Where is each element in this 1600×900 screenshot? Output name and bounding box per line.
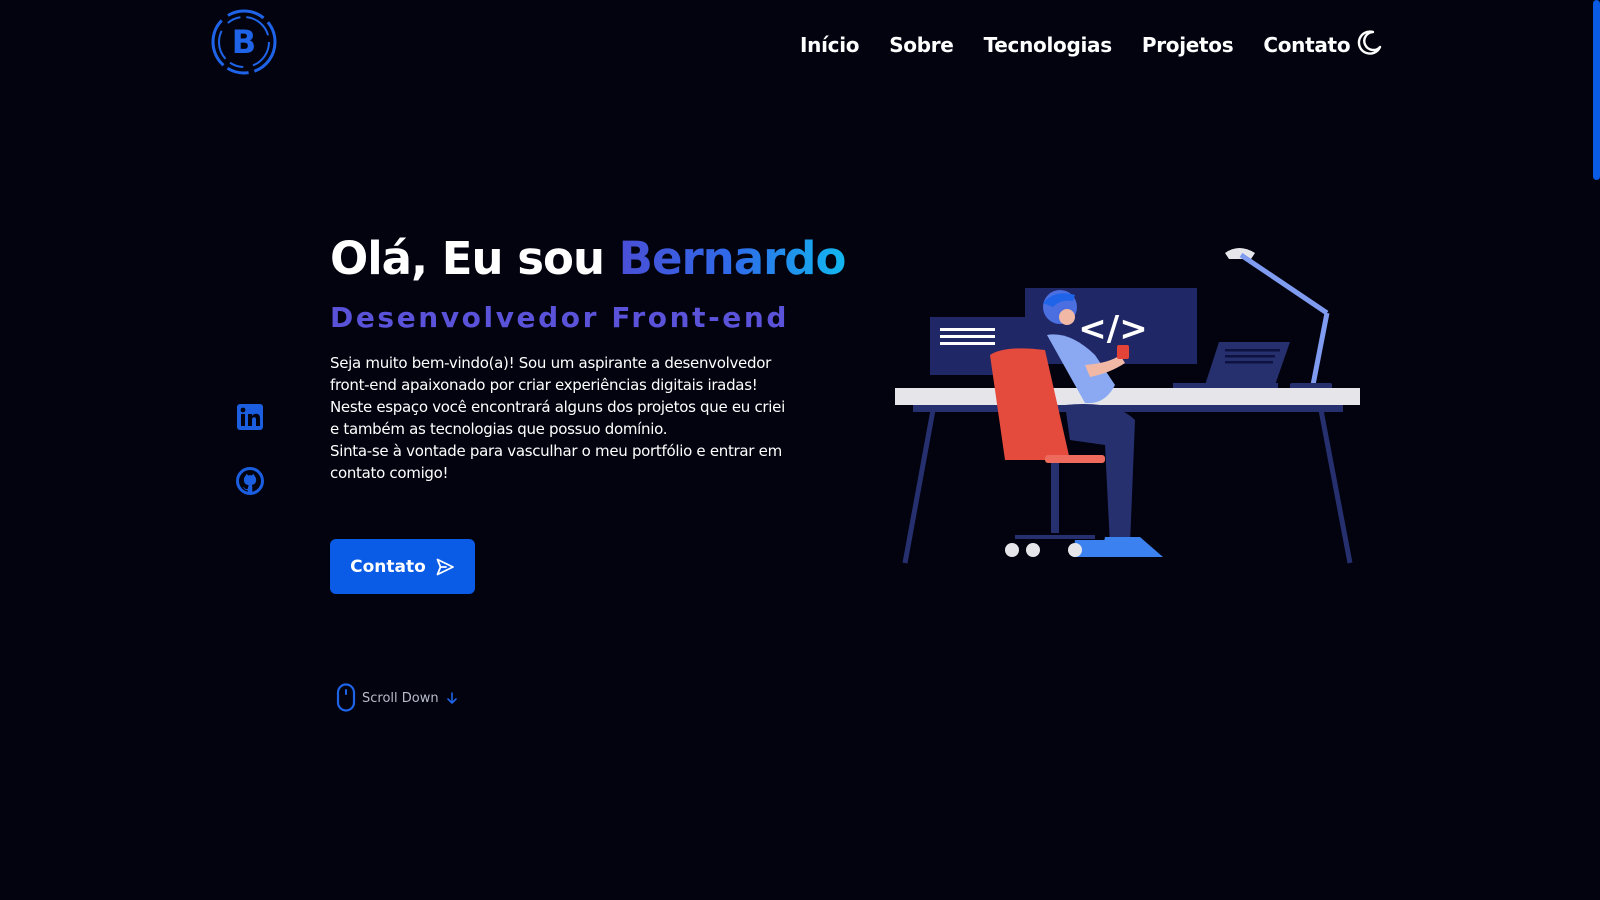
send-icon [436,558,454,575]
site-logo[interactable]: B [209,7,279,77]
github-link[interactable] [236,467,266,497]
scroll-down-label: Scroll Down [362,690,439,706]
moon-icon [1357,30,1382,55]
arrow-down-icon [446,692,457,704]
linkedin-link[interactable] [236,403,266,433]
scroll-down-link[interactable]: Scroll Down [336,683,459,713]
nav-link-inicio[interactable]: Início [800,33,859,57]
hero-description: Seja muito bem-vindo(a)! Sou um aspirant… [330,352,790,484]
description-paragraph: Sinta-se à vontade para vasculhar o meu … [330,442,782,482]
hero-title: Olá, Eu sou Bernardo [330,232,847,285]
nav-link-projetos[interactable]: Projetos [1142,33,1234,57]
main-nav: Início Sobre Tecnologias Projetos Contat… [800,28,1380,62]
scrollbar-thumb[interactable] [1593,0,1600,180]
mouse-icon [336,683,356,712]
description-paragraph: Neste espaço você encontrará alguns dos … [330,398,785,438]
github-icon [236,467,264,495]
hero-greeting: Olá, Eu sou [330,232,619,285]
nav-link-tecnologias[interactable]: Tecnologias [984,33,1113,57]
code-symbol: </> [1078,309,1147,349]
description-paragraph: Seja muito bem-vindo(a)! Sou um aspirant… [330,354,771,394]
hero-name: Bernardo [618,232,847,285]
nav-link-sobre[interactable]: Sobre [889,33,954,57]
developer-illustration: </> [895,245,1360,570]
linkedin-icon [237,404,263,430]
logo-letter: B [232,23,256,61]
contact-button-label: Contato [350,556,426,577]
hero-subtitle: Desenvolvedor Front-end [330,301,790,334]
contact-button[interactable]: Contato [330,539,475,594]
nav-link-contato[interactable]: Contato [1263,33,1350,57]
theme-toggle-button[interactable] [1354,28,1384,58]
